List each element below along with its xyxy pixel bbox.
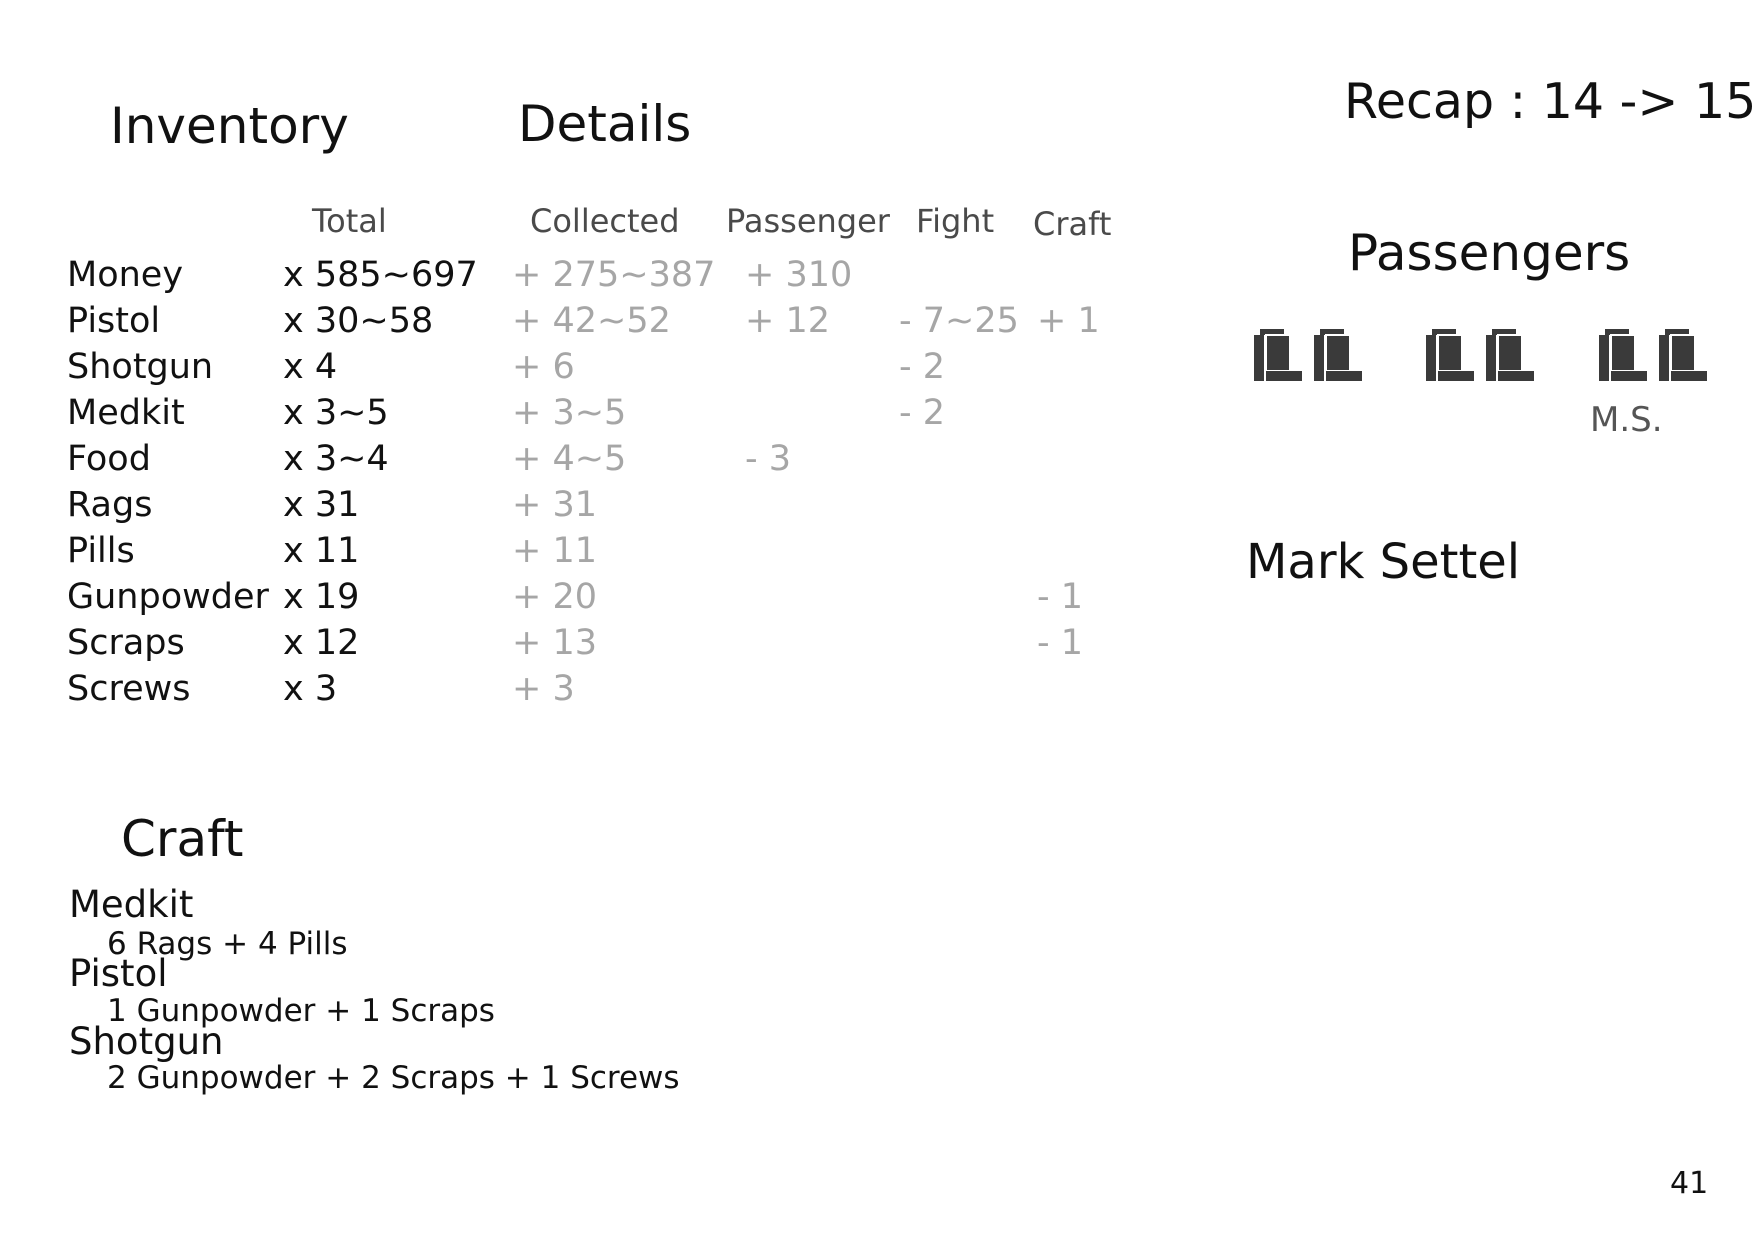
row-collected-scraps: + 13 <box>512 623 597 663</box>
row-name-money: Money <box>67 255 184 295</box>
craft-item-medkit: Medkit <box>69 883 194 926</box>
seat-icon[interactable] <box>1314 327 1364 385</box>
row-collected-gunpowder: + 20 <box>512 577 597 617</box>
row-name-shotgun: Shotgun <box>67 347 214 387</box>
row-total-pills: x 11 <box>283 531 360 571</box>
row-collected-screws: + 3 <box>512 669 575 709</box>
craft-item-shotgun: Shotgun <box>69 1020 224 1063</box>
column-header-fight: Fight <box>916 202 995 240</box>
seat-occupant-initials: M.S. <box>1590 400 1663 440</box>
row-name-medkit: Medkit <box>67 393 185 433</box>
row-fight-medkit: - 2 <box>899 393 946 433</box>
row-collected-rags: + 31 <box>512 485 597 525</box>
seat-icon[interactable] <box>1486 327 1536 385</box>
row-craft-gunpowder: - 1 <box>1037 577 1084 617</box>
row-collected-medkit: + 3~5 <box>512 393 627 433</box>
column-header-passenger: Passenger <box>726 202 890 240</box>
row-total-medkit: x 3~5 <box>283 393 389 433</box>
row-total-scraps: x 12 <box>283 623 360 663</box>
seat-icon[interactable] <box>1426 327 1476 385</box>
row-name-gunpowder: Gunpowder <box>67 577 269 617</box>
row-fight-shotgun: - 2 <box>899 347 946 387</box>
row-name-pills: Pills <box>67 531 135 571</box>
row-collected-money: + 275~387 <box>512 255 716 295</box>
row-total-food: x 3~4 <box>283 439 389 479</box>
column-header-collected: Collected <box>530 202 680 240</box>
row-collected-food: + 4~5 <box>512 439 627 479</box>
seat-icon[interactable] <box>1659 327 1709 385</box>
row-passenger-food: - 3 <box>745 439 792 479</box>
row-total-shotgun: x 4 <box>283 347 338 387</box>
details-title: Details <box>518 95 692 153</box>
row-name-food: Food <box>67 439 151 479</box>
row-total-rags: x 31 <box>283 485 360 525</box>
row-collected-shotgun: + 6 <box>512 347 575 387</box>
craft-item-pistol: Pistol <box>69 952 168 995</box>
seat-icon[interactable] <box>1599 327 1649 385</box>
row-name-scraps: Scraps <box>67 623 185 663</box>
column-header-total: Total <box>312 202 387 240</box>
row-total-gunpowder: x 19 <box>283 577 360 617</box>
selected-passenger-name: Mark Settel <box>1246 534 1521 590</box>
row-name-pistol: Pistol <box>67 301 161 341</box>
row-total-pistol: x 30~58 <box>283 301 434 341</box>
row-collected-pills: + 11 <box>512 531 597 571</box>
seat-icon[interactable] <box>1254 327 1304 385</box>
recap-title: Recap : 14 -> 15 <box>1344 73 1754 130</box>
passengers-title: Passengers <box>1348 224 1631 282</box>
row-craft-scraps: - 1 <box>1037 623 1084 663</box>
row-total-money: x 585~697 <box>283 255 478 295</box>
craft-title: Craft <box>121 810 244 868</box>
row-passenger-money: + 310 <box>745 255 853 295</box>
page-number: 41 <box>1670 1166 1709 1201</box>
row-name-screws: Screws <box>67 669 191 709</box>
row-name-rags: Rags <box>67 485 153 525</box>
inventory-title: Inventory <box>110 97 349 155</box>
row-passenger-pistol: + 12 <box>745 301 830 341</box>
craft-recipe-shotgun: 2 Gunpowder + 2 Scraps + 1 Screws <box>107 1060 680 1096</box>
row-craft-pistol: + 1 <box>1037 301 1100 341</box>
row-fight-pistol: - 7~25 <box>899 301 1019 341</box>
column-header-craft: Craft <box>1033 205 1112 243</box>
row-total-screws: x 3 <box>283 669 338 709</box>
row-collected-pistol: + 42~52 <box>512 301 671 341</box>
